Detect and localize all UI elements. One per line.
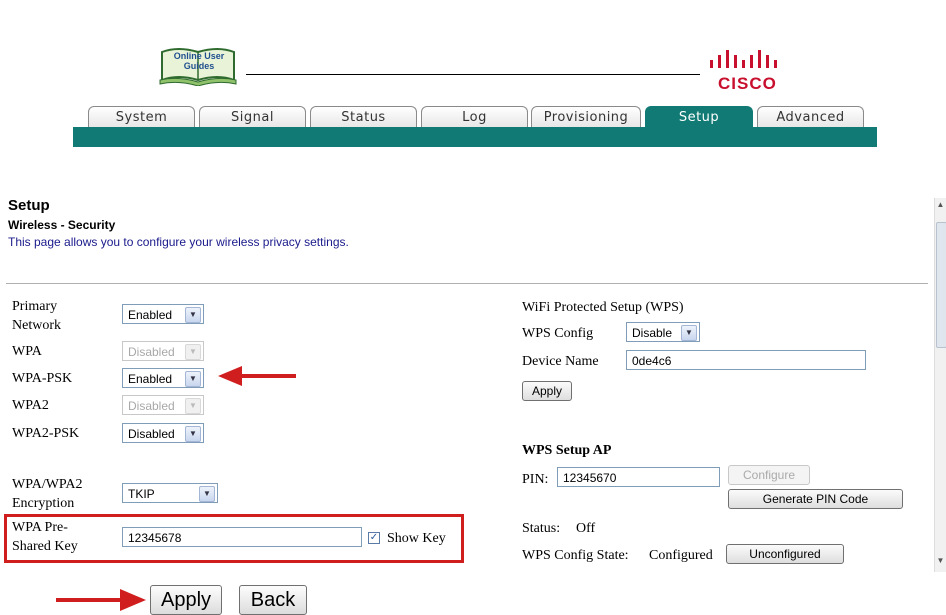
tab-signal[interactable]: Signal (199, 106, 306, 128)
encryption-select[interactable]: TKIP ▼ (122, 483, 218, 503)
wpa-psk-value: Enabled (128, 372, 173, 386)
tab-setup[interactable]: Setup (645, 106, 753, 128)
wps-apply-button[interactable]: Apply (522, 381, 572, 401)
scroll-up-icon[interactable]: ▲ (936, 200, 945, 209)
pre-shared-key-label: WPA Pre-Shared Key (12, 520, 78, 554)
pin-label: PIN: (522, 472, 549, 487)
tab-system[interactable]: System (88, 106, 195, 128)
online-user-guides-logo: Online User Guides (158, 42, 238, 87)
tab-log[interactable]: Log (421, 106, 528, 128)
chevron-down-icon: ▼ (185, 398, 201, 414)
wpa2-psk-select[interactable]: Disabled ▼ (122, 423, 204, 443)
encryption-label: WPA/WPA2 Encryption (12, 477, 83, 511)
pin-field[interactable]: 12345670 (557, 467, 720, 487)
device-name-field[interactable]: 0de4c6 (626, 350, 866, 370)
configure-button: Configure (728, 465, 810, 485)
chevron-down-icon: ▼ (185, 307, 201, 323)
annotation-arrow-icon (218, 366, 296, 386)
status-label: Status: (522, 521, 561, 536)
scroll-down-icon[interactable]: ▼ (936, 556, 945, 565)
wpa-psk-select[interactable]: Enabled ▼ (122, 368, 204, 388)
primary-network-select[interactable]: Enabled ▼ (122, 304, 204, 324)
page-description: This page allows you to configure your w… (8, 235, 349, 249)
wps-setup-ap-heading: WPS Setup AP (522, 443, 612, 458)
wpa2-psk-label: WPA2-PSK (12, 426, 80, 441)
annotation-arrow-icon (56, 589, 146, 611)
chevron-down-icon: ▼ (681, 325, 697, 341)
show-key-label: Show Key (387, 531, 446, 546)
wps-config-select[interactable]: Disable ▼ (626, 322, 700, 342)
encryption-value: TKIP (128, 487, 155, 501)
wpa2-label: WPA2 (12, 398, 49, 413)
back-button[interactable]: Back (239, 585, 307, 615)
wpa-select: Disabled ▼ (122, 341, 204, 361)
wpa-label: WPA (12, 344, 42, 359)
tab-advanced[interactable]: Advanced (757, 106, 864, 128)
pre-shared-key-field[interactable]: 12345678 (122, 527, 362, 547)
unconfigured-button[interactable]: Unconfigured (726, 544, 844, 564)
cisco-wordmark: CISCO (718, 74, 777, 93)
chevron-down-icon: ▼ (185, 371, 201, 387)
device-name-label: Device Name (522, 354, 599, 369)
generate-pin-button[interactable]: Generate PIN Code (728, 489, 903, 509)
tab-status[interactable]: Status (310, 106, 417, 128)
wpa-value: Disabled (128, 345, 175, 359)
tab-bar (73, 127, 877, 147)
wpa2-psk-value: Disabled (128, 427, 175, 441)
scrollbar-thumb[interactable] (936, 222, 946, 348)
cisco-logo-icon (708, 48, 798, 72)
page-subtitle: Wireless - Security (8, 218, 116, 232)
wps-config-value: Disable (632, 326, 673, 340)
section-divider (6, 283, 928, 284)
chevron-down-icon: ▼ (185, 426, 201, 442)
chevron-down-icon: ▼ (185, 344, 201, 360)
wpa2-value: Disabled (128, 399, 175, 413)
wpa-psk-label: WPA-PSK (12, 371, 73, 386)
config-state-value: Configured (649, 548, 713, 563)
chevron-down-icon: ▼ (199, 486, 215, 502)
tab-provisioning[interactable]: Provisioning (531, 106, 641, 128)
wps-heading: WiFi Protected Setup (WPS) (522, 300, 684, 315)
page-title: Setup (8, 197, 50, 214)
primary-network-value: Enabled (128, 308, 173, 322)
logo-text: Online User Guides (173, 51, 225, 71)
status-value: Off (576, 521, 596, 536)
apply-button[interactable]: Apply (150, 585, 222, 615)
primary-network-label: Primary Network (12, 299, 61, 333)
show-key-checkbox[interactable]: ✓ (368, 532, 380, 544)
wps-config-label: WPS Config (522, 326, 594, 341)
header-divider (246, 74, 700, 75)
config-state-label: WPS Config State: (522, 548, 629, 563)
wpa2-select: Disabled ▼ (122, 395, 204, 415)
